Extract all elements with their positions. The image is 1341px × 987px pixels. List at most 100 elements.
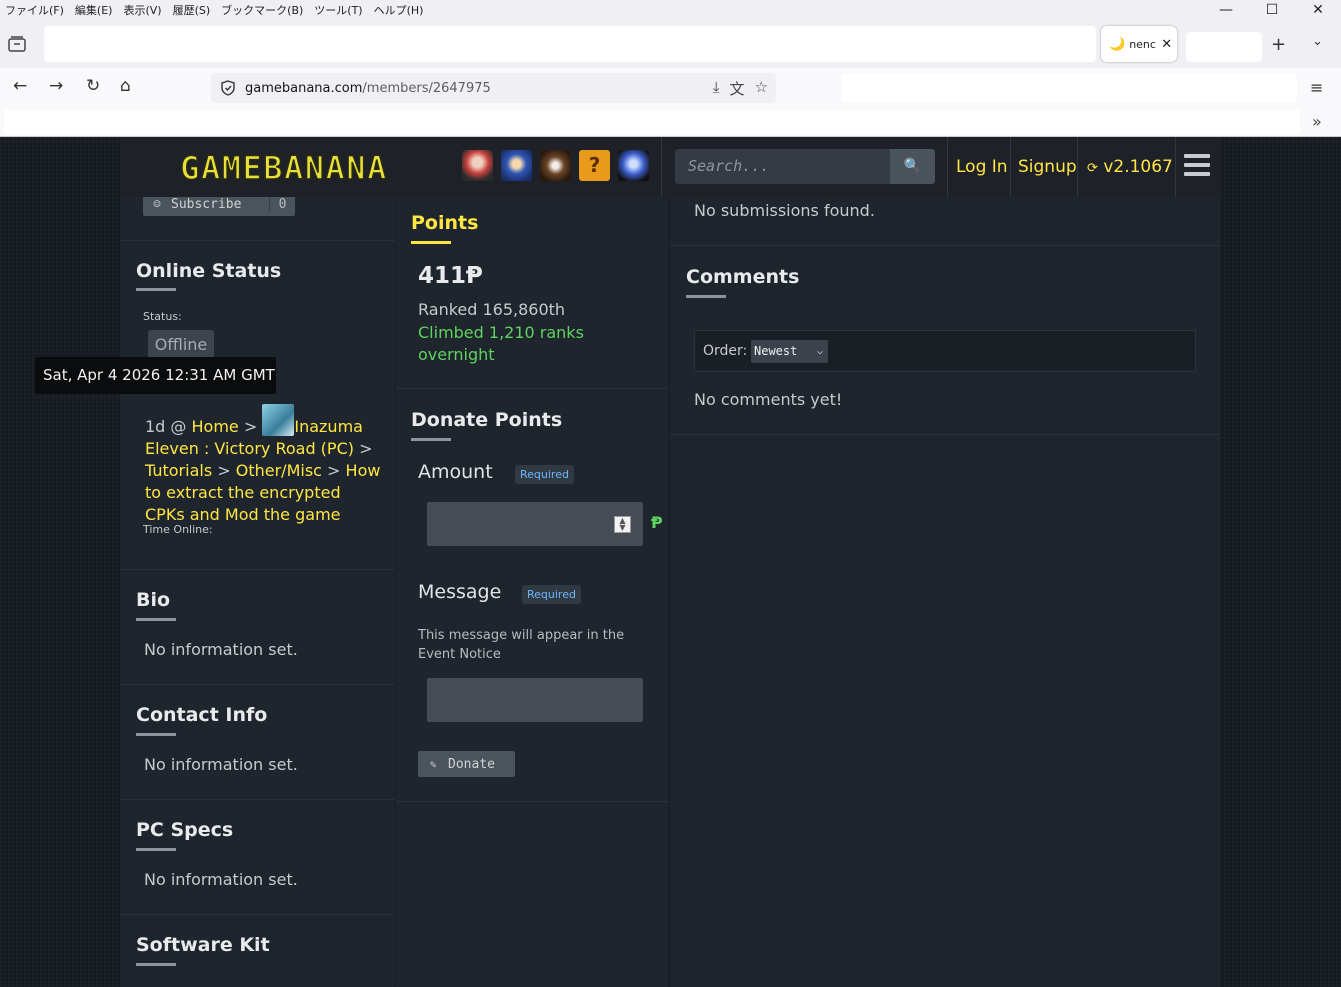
separator: > [359, 439, 373, 458]
shield-icon[interactable] [221, 80, 235, 96]
heading-underline [411, 241, 451, 244]
bookmarks-more-icon[interactable]: » [1312, 112, 1322, 131]
pc-specs-value: No information set. [144, 870, 298, 889]
bookmarks-bar: » [0, 108, 1341, 137]
minimize-button[interactable]: — [1203, 0, 1249, 20]
url-actions: ⤓ 文 ☆ [713, 78, 768, 99]
app-menu-icon[interactable]: ≡ [1310, 78, 1323, 97]
reload-icon[interactable]: ↻ [86, 76, 100, 96]
menu-bookmarks[interactable]: ブックマーク(B) [216, 2, 309, 18]
save-to-pocket-icon[interactable]: ⤓ [713, 78, 720, 99]
close-window-button[interactable]: ✕ [1295, 0, 1341, 20]
menu-help[interactable]: ヘルプ(H) [369, 2, 430, 18]
no-comments-text: No comments yet! [694, 390, 843, 409]
points-title: Points [411, 212, 479, 234]
order-value: Newest [754, 344, 798, 358]
url-bar[interactable]: gamebanana.com/members/2647975 ⤓ 文 ☆ [211, 73, 776, 103]
divider [120, 799, 395, 800]
left-column: ☺ Subscribe 0 Online Status Status: Offl… [120, 192, 395, 987]
divider [396, 801, 668, 802]
middle-column: Points 411Ᵽ Ranked 165,860th Climbed 1,2… [396, 197, 668, 987]
new-tab-icon[interactable]: + [1271, 34, 1286, 55]
mario-question-block-icon[interactable]: ? [579, 150, 610, 181]
link-section[interactable]: Tutorials [145, 461, 212, 480]
tab-title: nenc [1129, 37, 1156, 51]
sonic-icon[interactable] [501, 150, 532, 181]
login-link[interactable]: Log In [956, 157, 1008, 177]
message-input[interactable] [427, 678, 643, 722]
bio-title: Bio [136, 589, 171, 611]
site-header: GAMEBANANA ? Search... 🔍 Log In Signup ⟳… [120, 137, 1220, 197]
status-label: Status: [143, 310, 182, 323]
divider [1175, 137, 1176, 197]
divider [120, 684, 395, 685]
heading-underline [136, 848, 176, 851]
rank-text: Ranked 165,860th [418, 300, 566, 319]
menu-tools[interactable]: ツール(T) [309, 2, 368, 18]
version-label: v2.1067 [1103, 157, 1173, 177]
message-hint: This message will appear in the Event No… [418, 628, 625, 662]
moon-icon: 🌙 [1109, 36, 1126, 52]
maximize-button[interactable]: ☐ [1249, 0, 1295, 20]
list-all-tabs-icon[interactable] [8, 36, 26, 52]
pc-specs-title: PC Specs [136, 819, 234, 841]
menu-file[interactable]: ファイル(F) [0, 2, 70, 18]
search-icon[interactable]: 🔍 [890, 149, 935, 184]
translate-icon[interactable]: 文 [730, 78, 745, 99]
divider [1010, 137, 1011, 197]
divider [120, 914, 395, 915]
forward-icon[interactable]: → [49, 76, 63, 96]
heading-underline [136, 288, 176, 291]
megaman-icon[interactable] [618, 150, 649, 181]
hamburger-menu-icon[interactable] [1184, 154, 1210, 180]
refresh-icon: ⟳ [1087, 161, 1098, 176]
page-content: ☺ Subscribe 0 Online Status Status: Offl… [0, 137, 1341, 987]
amount-input[interactable]: ▲ ▼ [427, 502, 643, 546]
signup-link[interactable]: Signup [1018, 157, 1077, 177]
subscribe-icon: ☺ [153, 197, 161, 211]
divider [670, 434, 1220, 435]
tab-strip-blank [44, 26, 1096, 62]
menu-edit[interactable]: 編集(E) [70, 2, 119, 18]
heading-underline [136, 733, 176, 736]
tab-active[interactable]: 🌙 nenc ✕ [1101, 26, 1177, 62]
donate-points-title: Donate Points [411, 409, 563, 431]
comments-order-bar: Order: Newest ⌵ [694, 330, 1196, 372]
version-link[interactable]: ⟳ v2.1067 [1087, 157, 1173, 177]
required-badge: Required [522, 585, 581, 604]
contact-info-value: No information set. [144, 755, 298, 774]
last-location: 1d @ Home > Inazuma Eleven : Victory Roa… [145, 404, 381, 526]
bookmark-star-icon[interactable]: ☆ [755, 78, 768, 99]
home-icon[interactable]: ⌂ [120, 76, 131, 96]
featured-games: ? [462, 150, 649, 181]
tab-bar: 🌙 nenc ✕ + ⌄ [0, 20, 1341, 68]
order-select[interactable]: Newest ⌵ [751, 340, 828, 363]
toolbar-blank [842, 74, 1297, 102]
separator: > [327, 461, 341, 480]
donate-button[interactable]: ✎ Donate [418, 751, 515, 777]
chevron-down-icon[interactable]: ⌄ [1312, 34, 1323, 49]
link-category[interactable]: Other/Misc [236, 461, 322, 480]
tab-blank[interactable] [1186, 32, 1262, 62]
donate-icon: ✎ [429, 757, 437, 771]
divider [661, 137, 662, 197]
rank-change-text: Climbed 1,210 ranks overnight [418, 323, 584, 364]
subscribe-label: Subscribe [171, 196, 242, 212]
message-label: Message [418, 581, 502, 603]
amount-label: Amount [418, 461, 493, 483]
game-thumbnail-icon[interactable] [262, 404, 295, 436]
close-tab-icon[interactable]: ✕ [1161, 37, 1172, 52]
nav-bar: ← → ↻ ⌂ gamebanana.com/members/2647975 ⤓… [0, 68, 1341, 108]
divider [120, 569, 395, 570]
link-home[interactable]: Home [192, 417, 239, 436]
back-icon[interactable]: ← [13, 76, 27, 96]
bookmarks-strip [4, 110, 1300, 134]
friday-night-funkin-icon[interactable] [462, 150, 493, 181]
gamebanana-logo[interactable]: GAMEBANANA [129, 152, 439, 184]
heading-underline [136, 618, 176, 621]
menu-view[interactable]: 表示(V) [118, 2, 167, 18]
number-spinner-icon[interactable]: ▲ ▼ [614, 516, 631, 533]
fnaf-icon[interactable] [540, 150, 571, 181]
menu-history[interactable]: 履歴(S) [168, 2, 217, 18]
search-input[interactable]: Search... [675, 149, 890, 184]
